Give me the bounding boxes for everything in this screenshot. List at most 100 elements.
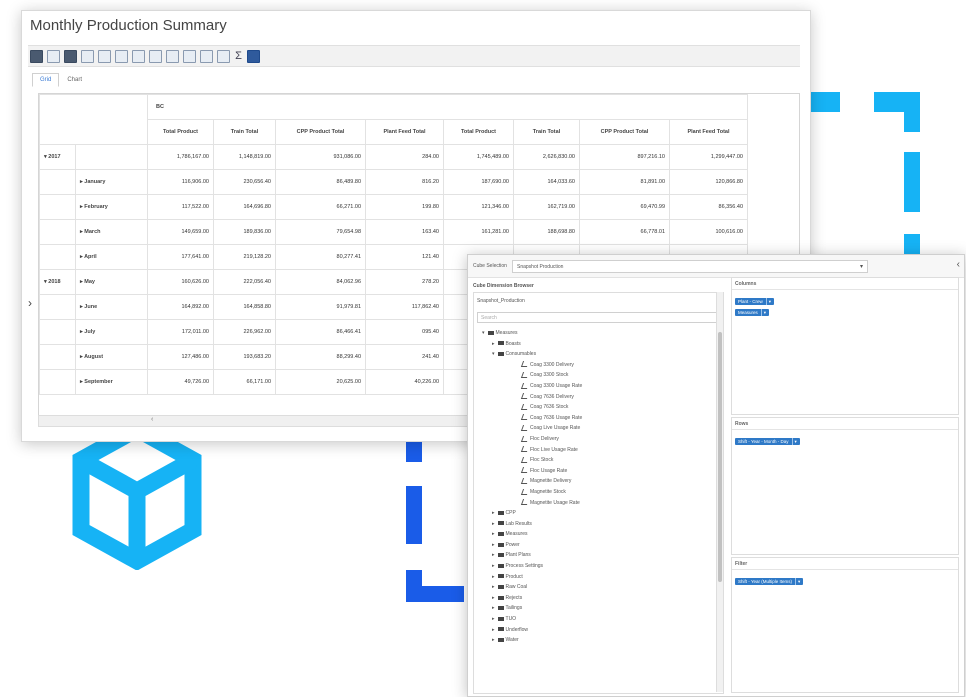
- month-header[interactable]: ▸ July: [75, 319, 148, 345]
- grid-icon[interactable]: [81, 49, 94, 63]
- chevron-right-icon[interactable]: ▸: [492, 542, 495, 548]
- year-header[interactable]: ▾ 2017: [39, 144, 76, 170]
- month-header[interactable]: ▸ January: [75, 169, 148, 195]
- filter-chip[interactable]: Shift - Year (Multiple Items) ▾: [735, 578, 804, 585]
- chevron-right-icon[interactable]: ▸: [492, 531, 495, 537]
- tree-scrollbar[interactable]: [716, 292, 723, 692]
- tree-measure[interactable]: Floc Stock: [482, 455, 582, 466]
- expand-icon[interactable]: [217, 49, 230, 63]
- column-chip[interactable]: Plant - Crew ▾: [735, 298, 775, 305]
- tab-grid[interactable]: Grid: [32, 73, 60, 87]
- save-icon[interactable]: [64, 49, 77, 63]
- tree-measure[interactable]: Floc Usage Rate: [482, 466, 582, 477]
- tree-measure[interactable]: Magnetite Usage Rate: [482, 498, 582, 509]
- year-header[interactable]: ▾ 2018: [39, 269, 76, 295]
- year-header[interactable]: [39, 219, 76, 245]
- chart-icon[interactable]: [132, 49, 145, 63]
- tree-folder[interactable]: ▾ Measures: [482, 328, 582, 339]
- month-header[interactable]: ▸ September: [75, 369, 148, 395]
- column-header[interactable]: Plant Feed Total: [669, 119, 748, 145]
- chevron-right-icon[interactable]: ▸: [492, 521, 495, 527]
- tree-folder[interactable]: ▸ Water: [482, 635, 582, 646]
- year-header[interactable]: [39, 319, 76, 345]
- chevron-right-icon[interactable]: ▸: [492, 627, 495, 633]
- chevron-right-icon[interactable]: ▸: [492, 563, 495, 569]
- settings-icon[interactable]: [247, 49, 260, 63]
- tree-folder[interactable]: ▸ Tailings: [482, 603, 582, 614]
- tree-folder[interactable]: ▸ TUO: [482, 614, 582, 625]
- column-header[interactable]: Total Product: [443, 119, 514, 145]
- search-input[interactable]: Search: [477, 312, 719, 323]
- tree-measure[interactable]: Coag 7636 Stock: [482, 402, 582, 413]
- chevron-right-icon[interactable]: ▸: [492, 341, 495, 347]
- year-header[interactable]: [39, 344, 76, 370]
- tree-folder[interactable]: ▸ Power: [482, 540, 582, 551]
- tree-measure[interactable]: Floc Live Usage Rate: [482, 445, 582, 456]
- tree-folder[interactable]: ▸ Product: [482, 572, 582, 583]
- tree-measure[interactable]: Magnetite Delivery: [482, 476, 582, 487]
- column-header[interactable]: Total Product: [147, 119, 214, 145]
- month-header[interactable]: ▸ May: [75, 269, 148, 295]
- tree-folder[interactable]: ▸ Boasts: [482, 339, 582, 350]
- chevron-right-icon[interactable]: ▸: [492, 616, 495, 622]
- tree-measure[interactable]: Coag 3300 Stock: [482, 370, 582, 381]
- column-header[interactable]: CPP Product Total: [275, 119, 366, 145]
- tree-measure[interactable]: Coag 7636 Delivery: [482, 392, 582, 403]
- print-icon[interactable]: [98, 49, 111, 63]
- month-header[interactable]: ▸ June: [75, 294, 148, 320]
- chevron-right-icon[interactable]: ▸: [492, 510, 495, 516]
- tree-folder[interactable]: ▸ Lab Results: [482, 519, 582, 530]
- export-excel-icon[interactable]: [30, 49, 43, 63]
- tree-folder[interactable]: ▸ Raw Coal: [482, 582, 582, 593]
- year-header[interactable]: [39, 369, 76, 395]
- month-header[interactable]: ▸ March: [75, 219, 148, 245]
- tree-folder[interactable]: ▸ Plant Plans: [482, 550, 582, 561]
- tree-measure[interactable]: Magnetite Stock: [482, 487, 582, 498]
- chevron-right-icon[interactable]: ▸: [492, 574, 495, 580]
- column-header[interactable]: Train Total: [513, 119, 580, 145]
- tab-chart[interactable]: Chart: [59, 73, 90, 87]
- copy-icon[interactable]: [149, 49, 162, 63]
- open-folder-icon[interactable]: [47, 49, 60, 63]
- chevron-down-icon[interactable]: ▾: [482, 330, 485, 336]
- year-header[interactable]: [39, 294, 76, 320]
- filter-icon[interactable]: [200, 49, 213, 63]
- chevron-left-icon[interactable]: ‹: [957, 259, 960, 270]
- sort-icon[interactable]: [183, 49, 196, 63]
- tree-folder[interactable]: ▸ Measures: [482, 529, 582, 540]
- year-header[interactable]: [39, 169, 76, 195]
- year-header[interactable]: [39, 244, 76, 270]
- chevron-right-icon[interactable]: ▸: [492, 605, 495, 611]
- month-header[interactable]: ▸ April: [75, 244, 148, 270]
- column-chip[interactable]: Measures ▾: [735, 309, 770, 316]
- tree-measure[interactable]: Floc Delivery: [482, 434, 582, 445]
- chevron-right-icon[interactable]: ▸: [492, 584, 495, 590]
- cube-select[interactable]: Snapshot Production ▾: [512, 260, 868, 273]
- month-header[interactable]: [75, 144, 148, 170]
- tree-measure[interactable]: Coag 7636 Usage Rate: [482, 413, 582, 424]
- scroll-left-icon[interactable]: ‹: [151, 416, 153, 423]
- tree-measure[interactable]: Coag Live Usage Rate: [482, 423, 582, 434]
- tree-folder[interactable]: ▸ Rejects: [482, 593, 582, 604]
- tree-folder[interactable]: ▸ Underflow: [482, 625, 582, 636]
- tree-measure[interactable]: Coag 3300 Delivery: [482, 360, 582, 371]
- tree-measure[interactable]: Coag 3300 Usage Rate: [482, 381, 582, 392]
- chevron-right-icon[interactable]: ▸: [492, 637, 495, 643]
- tree-folder[interactable]: ▾ Consumables: [482, 349, 582, 360]
- column-header[interactable]: Train Total: [213, 119, 276, 145]
- table-icon[interactable]: [115, 49, 128, 63]
- year-header[interactable]: [39, 194, 76, 220]
- chevron-right-icon[interactable]: ▸: [492, 595, 495, 601]
- column-header[interactable]: Plant Feed Total: [365, 119, 444, 145]
- month-header[interactable]: ▸ February: [75, 194, 148, 220]
- collapse-arrow-icon[interactable]: ›: [28, 296, 32, 310]
- month-header[interactable]: ▸ August: [75, 344, 148, 370]
- row-chip[interactable]: Shift - Year - Month - Day ▾: [735, 438, 800, 445]
- chevron-down-icon[interactable]: ▾: [492, 351, 495, 357]
- chevron-right-icon[interactable]: ▸: [492, 552, 495, 558]
- sum-icon[interactable]: Σ: [234, 50, 243, 62]
- scroll-thumb[interactable]: [718, 332, 722, 582]
- tree-folder[interactable]: ▸ Process Settings: [482, 561, 582, 572]
- paste-icon[interactable]: [166, 49, 179, 63]
- column-header[interactable]: CPP Product Total: [579, 119, 670, 145]
